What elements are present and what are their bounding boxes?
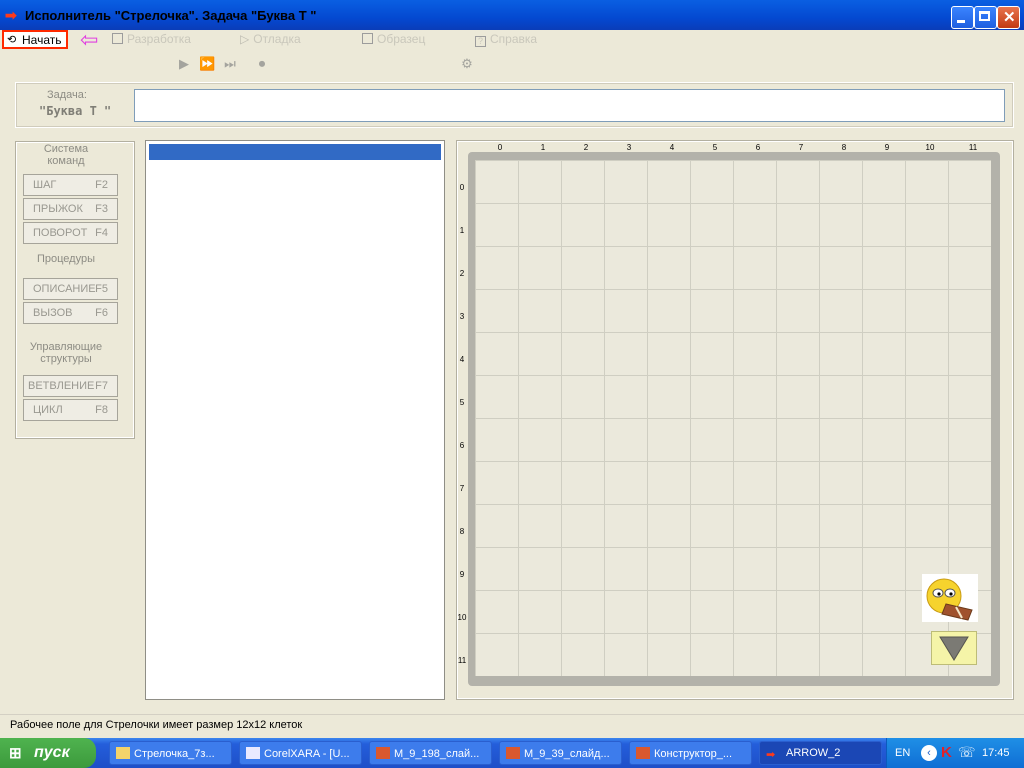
windows-logo-icon: ⊞ [9, 745, 22, 762]
column-label: 4 [669, 143, 675, 152]
fastest-run-icon[interactable]: ⏭ [222, 56, 238, 72]
picture-icon [362, 33, 373, 44]
status-text: Рабочее поле для Стрелочки имеет размер … [10, 719, 303, 731]
row-label: 6 [459, 441, 465, 450]
turn-button[interactable]: ПОВОРОТ F4 [23, 222, 118, 244]
task-name: "Буква Т " [39, 104, 112, 118]
tray-back-icon[interactable]: ‹ [921, 745, 937, 761]
row-label: 0 [459, 183, 465, 192]
column-label: 11 [968, 143, 978, 152]
presentation-icon [376, 747, 390, 759]
system-commands-title: Система команд [43, 143, 89, 167]
run-icon[interactable]: ▶ [176, 56, 192, 72]
row-label: 3 [459, 312, 465, 321]
menu-start[interactable]: ⟲ Начать [2, 30, 68, 49]
clock: 17:45 [982, 747, 1010, 759]
row-label: 5 [459, 398, 465, 407]
menu-development[interactable]: Разработка [112, 32, 191, 48]
step-button[interactable]: ШАГ F2 [23, 174, 118, 196]
settings-icon[interactable]: ⚙ [459, 56, 475, 72]
language-indicator[interactable]: EN [895, 747, 910, 759]
program-selected-line[interactable] [149, 144, 441, 160]
reading-smiley-icon [922, 574, 978, 622]
program-list[interactable] [145, 140, 445, 700]
pen-icon [246, 747, 260, 759]
taskbar-item-folder[interactable]: Стрелочка_7з... [109, 741, 232, 765]
procedures-title: Процедуры [36, 253, 95, 265]
row-label: 1 [459, 226, 465, 235]
row-label: 7 [459, 484, 465, 493]
taskbar-item-slide-39[interactable]: M_9_39_слайд... [499, 741, 622, 765]
start-icon: ⟲ [7, 34, 17, 46]
menu-debug[interactable]: ▷ Отладка [240, 32, 301, 48]
taskbar-item-corelxara[interactable]: CorelXARA - [U... [239, 741, 362, 765]
row-label: 8 [459, 527, 465, 536]
row-label: 9 [459, 570, 465, 579]
task-input[interactable] [134, 89, 1005, 122]
column-label: 10 [925, 143, 935, 152]
column-label: 0 [497, 143, 503, 152]
arrow-app-icon: ➡ [766, 749, 776, 761]
antivirus-icon[interactable]: K [941, 744, 952, 761]
folder-icon [116, 747, 130, 759]
presentation-icon [506, 747, 520, 759]
taskbar-item-constructor[interactable]: Конструктор_... [629, 741, 752, 765]
close-button[interactable]: ✕ [997, 6, 1020, 29]
column-label: 5 [712, 143, 718, 152]
column-label: 9 [884, 143, 890, 152]
maximize-button[interactable] [974, 6, 997, 29]
column-label: 3 [626, 143, 632, 152]
network-icon[interactable]: ☏ [958, 744, 976, 761]
row-label: 2 [459, 269, 465, 278]
description-button[interactable]: ОПИСАНИЕ F5 [23, 278, 118, 300]
task-label: Задача: [47, 89, 87, 101]
jump-button[interactable]: ПРЫЖОК F3 [23, 198, 118, 220]
document-icon [112, 33, 123, 44]
pointer-arrow-icon: ⇦ [80, 27, 99, 52]
menu-start-label: Начать [22, 33, 62, 47]
column-label: 6 [755, 143, 761, 152]
maximize-icon [979, 11, 990, 21]
branch-button[interactable]: ВЕТВЛЕНИЕ F7 [23, 375, 118, 397]
column-label: 8 [841, 143, 847, 152]
arrow-down-icon [939, 636, 969, 661]
row-label: 11 [457, 656, 467, 665]
play-outline-icon: ▷ [240, 32, 250, 46]
stop-icon[interactable]: ⏺ [254, 56, 270, 72]
close-icon: ✕ [1003, 9, 1016, 26]
column-label: 1 [540, 143, 546, 152]
column-label: 2 [583, 143, 589, 152]
presentation-icon [636, 747, 650, 759]
taskbar-item-slide-198[interactable]: M_9_198_слай... [369, 741, 492, 765]
scroll-down-button[interactable] [931, 631, 977, 665]
column-label: 7 [798, 143, 804, 152]
minimize-button[interactable] [951, 6, 974, 29]
window-title: Исполнитель "Стрелочка". Задача "Буква Т… [25, 8, 317, 23]
help-icon: ? [475, 36, 486, 47]
menu-help[interactable]: ? Справка [475, 32, 537, 48]
row-label: 4 [459, 355, 465, 364]
call-button[interactable]: ВЫЗОВ F6 [23, 302, 118, 324]
menu-sample[interactable]: Образец [362, 32, 425, 48]
row-label: 10 [457, 613, 467, 622]
loop-button[interactable]: ЦИКЛ F8 [23, 399, 118, 421]
start-button[interactable]: ⊞ пуск [0, 738, 96, 768]
taskbar-item-arrow[interactable]: ➡ ARROW_2 [759, 741, 882, 765]
minimize-icon [957, 20, 965, 23]
control-structures-title: Управляющие структуры [29, 341, 103, 365]
field-grid[interactable] [475, 160, 991, 676]
arrow-app-icon: ➡ [5, 7, 17, 23]
fast-run-icon[interactable]: ⏩ [199, 56, 215, 72]
